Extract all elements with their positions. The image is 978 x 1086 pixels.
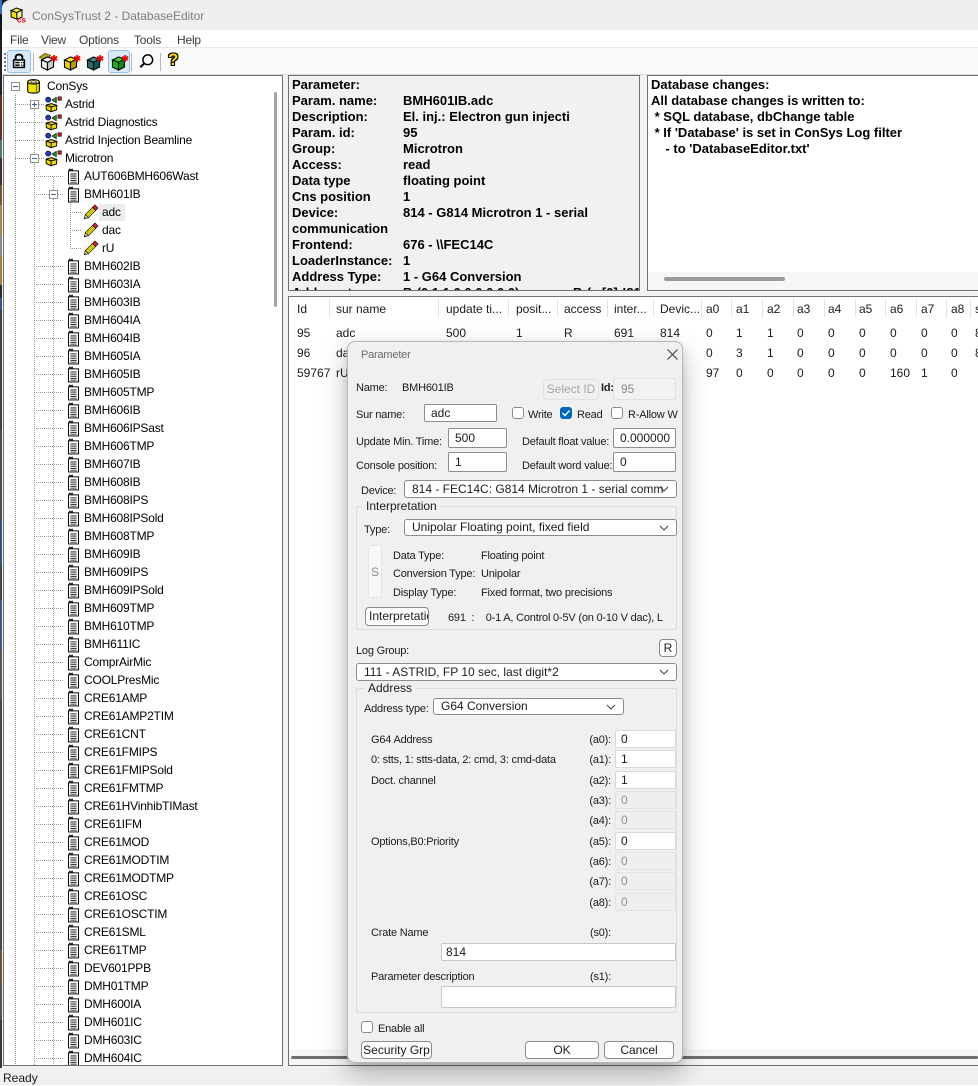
svg-text:cs: cs [17,16,26,23]
